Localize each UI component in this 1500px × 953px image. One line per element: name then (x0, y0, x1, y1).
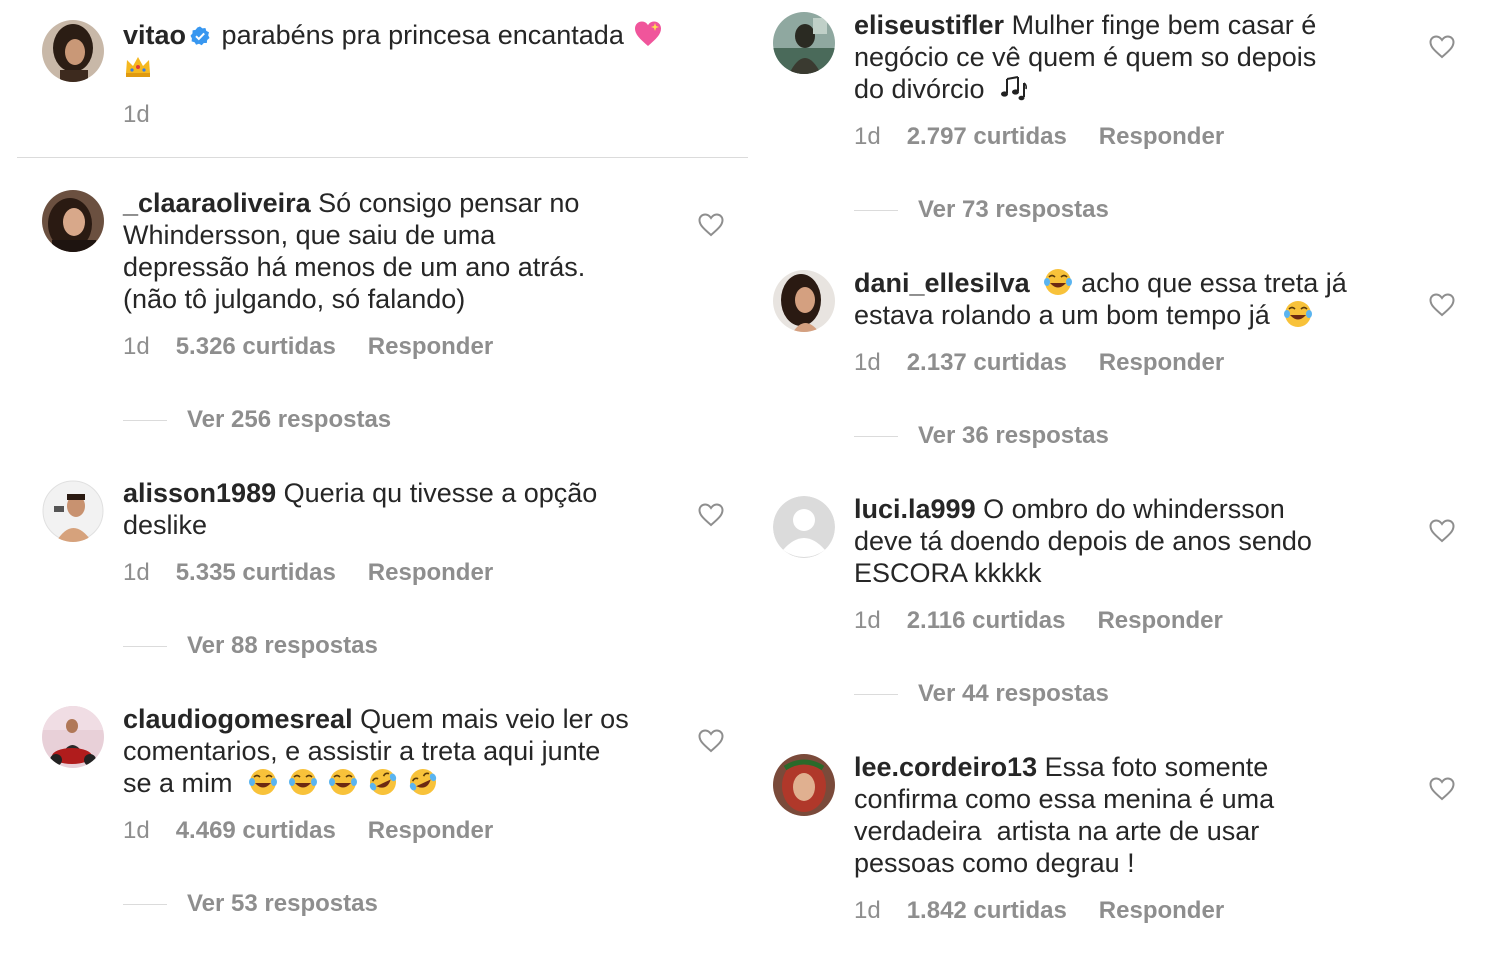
caption-username[interactable]: vitao (123, 20, 186, 50)
sparkling-heart-emoji (635, 21, 662, 46)
comment-text-line: estava rolando a um bom tempo já (854, 300, 1270, 330)
avatar[interactable] (42, 190, 104, 252)
comment-text-line: (não tô julgando, só falando) (123, 284, 466, 314)
view-replies-button[interactable]: Ver 256 respostas (123, 406, 391, 434)
heart-icon[interactable] (698, 503, 724, 527)
comment-text-line: deve tá doendo depois de anos sendo (854, 526, 1312, 556)
reply-button[interactable]: Responder (368, 817, 493, 845)
comment-text-line: Quem mais veio ler os (360, 704, 629, 734)
heart-icon[interactable] (1429, 35, 1455, 59)
reply-button[interactable]: Responder (1099, 123, 1224, 151)
view-replies-label: Ver 36 respostas (918, 422, 1109, 449)
right-comments-column: eliseustifler Mulher finge bem casar é n… (750, 0, 1500, 953)
comment-text-line: O ombro do whindersson (983, 494, 1285, 524)
likes-count-link[interactable]: 4.469 curtidas (176, 817, 336, 845)
avatar[interactable] (773, 496, 835, 558)
caption-divider (17, 157, 748, 158)
comment-text-line: do divórcio (854, 74, 985, 104)
heart-icon[interactable] (1429, 777, 1455, 801)
comment-text-line: verdadeira artista na arte de usar (854, 816, 1260, 846)
comment-text-line: confirma como essa menina é uma (854, 784, 1275, 814)
musical-notes-emoji (1001, 76, 1028, 101)
reply-button[interactable]: Responder (368, 333, 493, 361)
view-replies-button[interactable]: Ver 36 respostas (854, 422, 1109, 450)
caption-text: parabéns pra princesa encantada (221, 20, 624, 50)
likes-count-link[interactable]: 5.335 curtidas (176, 559, 336, 587)
tears-of-joy-emoji (1043, 267, 1073, 297)
view-replies-button[interactable]: Ver 44 respostas (854, 680, 1109, 708)
likes-count-link[interactable]: 5.326 curtidas (176, 333, 336, 361)
avatar[interactable] (773, 12, 835, 74)
view-replies-button[interactable]: Ver 73 respostas (854, 196, 1109, 224)
comment-text-line: comentarios, e assistir a treta aqui jun… (123, 736, 601, 766)
reply-button[interactable]: Responder (1099, 349, 1224, 377)
comment-time: 1d (854, 607, 881, 634)
left-comments-column: vitao parabéns pra princesa encantada 1d… (0, 0, 750, 953)
comment-username[interactable]: luci.la999 (854, 494, 976, 524)
avatar[interactable] (773, 754, 835, 816)
comment-text-line: acho que essa treta já (1081, 268, 1347, 298)
comment-time: 1d (123, 333, 150, 360)
reply-button[interactable]: Responder (368, 559, 493, 587)
comment-time: 1d (854, 349, 881, 376)
replies-line (123, 646, 167, 648)
comment-text-line: Mulher finge bem casar é (1011, 10, 1317, 40)
avatar[interactable] (42, 20, 104, 82)
replies-line (854, 210, 898, 212)
view-replies-label: Ver 44 respostas (918, 680, 1109, 707)
heart-icon[interactable] (698, 213, 724, 237)
comment-username[interactable]: eliseustifler (854, 10, 1004, 40)
tears-of-joy-emoji (328, 767, 358, 797)
comment-text-line: depressão há menos de um ano atrás. (123, 252, 586, 282)
avatar[interactable] (773, 270, 835, 332)
heart-icon[interactable] (1429, 519, 1455, 543)
tears-of-joy-emoji (1283, 299, 1313, 329)
comment-username[interactable]: alisson1989 (123, 478, 276, 508)
tears-of-joy-emoji (248, 767, 278, 797)
replies-line (854, 694, 898, 696)
comment-text-line: Essa foto somente (1044, 752, 1269, 782)
view-replies-label: Ver 88 respostas (187, 632, 378, 659)
view-replies-label: Ver 53 respostas (187, 890, 378, 917)
likes-count-link[interactable]: 1.842 curtidas (907, 897, 1067, 925)
verified-badge-icon (190, 26, 210, 46)
avatar[interactable] (42, 706, 104, 768)
heart-icon[interactable] (1429, 293, 1455, 317)
rolling-laughing-emoji (368, 767, 398, 797)
replies-line (123, 904, 167, 906)
comment-username[interactable]: _claaraoliveira (123, 188, 311, 218)
comment-username[interactable]: dani_ellesilva (854, 268, 1030, 298)
tears-of-joy-emoji (288, 767, 318, 797)
comment-username[interactable]: lee.cordeiro13 (854, 752, 1037, 782)
comment-text-line: Whindersson, que saiu de uma (123, 220, 496, 250)
comment-text-line: pessoas como degrau ! (854, 848, 1135, 878)
comment-time: 1d (123, 817, 150, 844)
comment-username[interactable]: claudiogomesreal (123, 704, 353, 734)
comment-time: 1d (854, 897, 881, 924)
comment-time: 1d (123, 559, 150, 586)
view-replies-label: Ver 73 respostas (918, 196, 1109, 223)
view-replies-button[interactable]: Ver 88 respostas (123, 632, 378, 660)
view-replies-label: Ver 256 respostas (187, 406, 392, 433)
comment-text-line: se a mim (123, 768, 233, 798)
view-replies-button[interactable]: Ver 53 respostas (123, 890, 378, 918)
likes-count-link[interactable]: 2.116 curtidas (907, 607, 1066, 635)
crown-emoji (126, 57, 150, 77)
avatar[interactable] (42, 480, 104, 542)
rolling-laughing-emoji (408, 767, 438, 797)
comment-text-line: deslike (123, 510, 208, 540)
likes-count-link[interactable]: 2.137 curtidas (907, 349, 1067, 377)
comment-text-line: Queria qu tivesse a opção (283, 478, 598, 508)
heart-icon[interactable] (698, 729, 724, 753)
caption-time: 1d (123, 101, 150, 128)
comment-text-line: Só consigo pensar no (318, 188, 580, 218)
replies-line (854, 436, 898, 438)
comment-text-line: ESCORA kkkkk (854, 558, 1042, 588)
comment-text-line: negócio ce vê quem é quem so depois (854, 42, 1317, 72)
reply-button[interactable]: Responder (1099, 897, 1224, 925)
comment-time: 1d (854, 123, 881, 150)
reply-button[interactable]: Responder (1097, 607, 1222, 635)
replies-line (123, 420, 167, 422)
likes-count-link[interactable]: 2.797 curtidas (907, 123, 1067, 151)
